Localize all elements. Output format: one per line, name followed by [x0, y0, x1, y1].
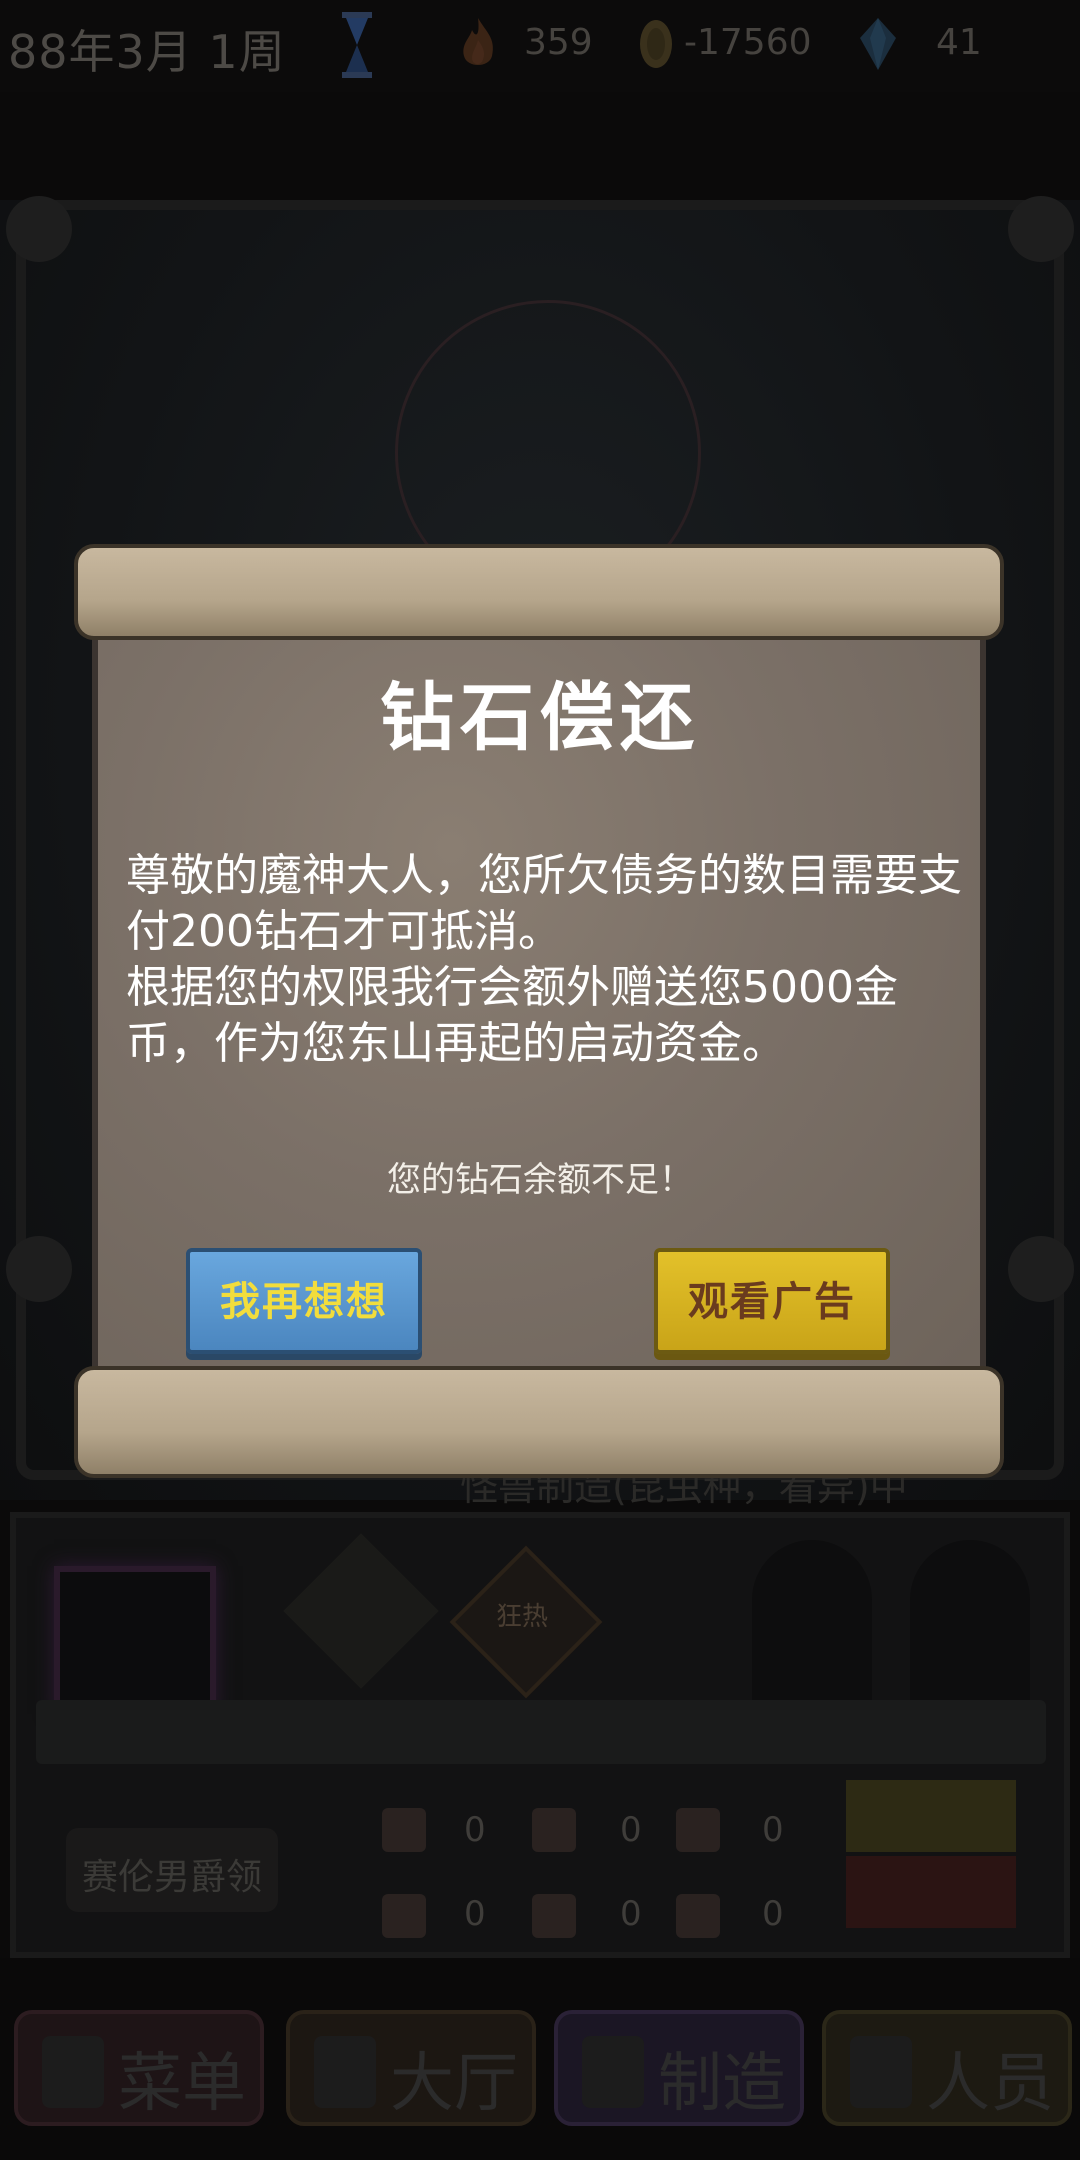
status-bar: 88年3月 1周 359 -17560 41: [0, 0, 1080, 92]
brain-value: 0: [464, 1894, 486, 1934]
paw-flame-icon: [582, 2036, 644, 2108]
nav-craft-button[interactable]: 制造: [554, 2010, 804, 2126]
hourglass-icon: [342, 12, 372, 78]
shield-icon: [676, 1808, 720, 1852]
territory-label: 赛伦男爵领: [82, 1857, 263, 1898]
sparkle-value: 0: [762, 1894, 784, 1934]
sparkle-icon: [676, 1894, 720, 1938]
dialog-message-line: 根据您的权限我行会额外赠送您5000金币，作为您东山再起的启动资金。: [126, 962, 898, 1069]
dialog-message-line: 尊敬的魔神大人，您所欠债务的数目需要支付200钻石才可抵消。: [126, 850, 962, 957]
nav-staff-label: 人员: [926, 2047, 1054, 2121]
game-date: 88年3月 1周: [8, 25, 286, 79]
watch-ad-button[interactable]: 观看广告: [654, 1248, 890, 1354]
gem-icon: [860, 18, 896, 70]
coin-icon: [640, 20, 672, 68]
nav-hall-button[interactable]: 大厅: [286, 2010, 536, 2126]
upgrade-arrow-red[interactable]: [846, 1856, 1016, 1928]
reconsider-button[interactable]: 我再想想: [186, 1248, 422, 1354]
dialog-message: 尊敬的魔神大人，您所欠债务的数目需要支付200钻石才可抵消。 根据您的权限我行会…: [126, 848, 976, 1072]
scroll-bottom-roll: [74, 1366, 1004, 1478]
nav-menu-button[interactable]: 菜单: [14, 2010, 264, 2126]
frenzy-trait-label: 狂热: [496, 1602, 549, 1632]
skull-ornament-icon: [6, 1236, 72, 1302]
phone-icon: [42, 2036, 104, 2108]
shield-value: 0: [762, 1810, 784, 1850]
flame-counter: 359: [524, 22, 593, 63]
skull-ornament-icon: [1008, 196, 1074, 262]
nav-hall-label: 大厅: [390, 2047, 518, 2121]
nav-staff-button[interactable]: 人员: [822, 2010, 1072, 2126]
boot-icon: [532, 1894, 576, 1938]
nav-menu-label: 菜单: [118, 2047, 246, 2121]
door-icon: [314, 2036, 376, 2108]
claw-icon: [532, 1808, 576, 1852]
boot-value: 0: [620, 1894, 642, 1934]
status-bar-strip: [36, 1700, 1046, 1764]
monster-portrait[interactable]: [54, 1566, 216, 1714]
nav-craft-label: 制造: [658, 2047, 786, 2121]
person-icon: [850, 2036, 912, 2108]
claw-value: 0: [620, 1810, 642, 1850]
insufficient-diamonds-warning: 您的钻石余额不足！: [387, 1160, 693, 1200]
skull-ornament-icon: [1008, 1236, 1074, 1302]
upgrade-arrow-yellow[interactable]: [846, 1780, 1016, 1852]
coin-counter: -17560: [684, 22, 812, 63]
flame-icon: [463, 18, 493, 65]
heart-value: 0: [464, 1810, 486, 1850]
gem-counter: 41: [936, 22, 982, 63]
brain-icon: [382, 1894, 426, 1938]
scroll-top-roll: [74, 544, 1004, 640]
heart-icon: [382, 1808, 426, 1852]
dialog-title: 钻石偿还: [380, 675, 700, 761]
skull-ornament-icon: [6, 196, 72, 262]
